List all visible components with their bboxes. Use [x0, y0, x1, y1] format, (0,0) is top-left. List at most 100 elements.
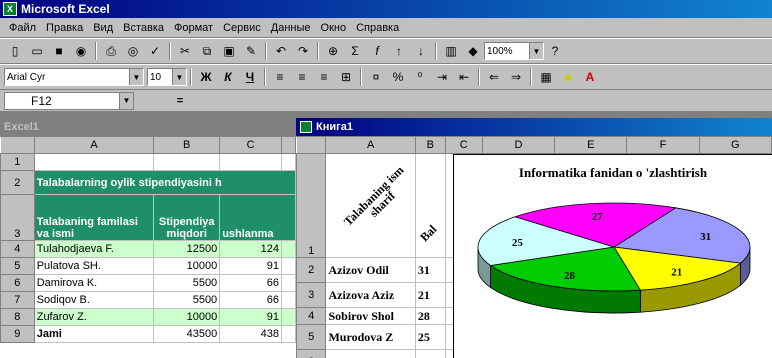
header-cell-name[interactable]: Talabaning familasi va ismi: [33, 194, 155, 241]
menu-format[interactable]: Формат: [169, 22, 218, 34]
cell[interactable]: 27: [414, 349, 446, 358]
row-header[interactable]: 6: [296, 349, 327, 358]
cell[interactable]: 21: [414, 282, 446, 308]
cell[interactable]: 10000: [153, 308, 221, 326]
header-cell-score[interactable]: Bal: [414, 153, 446, 258]
row-header[interactable]: 4: [296, 307, 327, 325]
total-deduction-cell[interactable]: 438: [219, 325, 282, 343]
col-header-b[interactable]: B: [414, 136, 446, 154]
row-header[interactable]: 9: [0, 325, 35, 343]
col-header-d[interactable]: [281, 136, 296, 154]
row-header[interactable]: 7: [0, 291, 35, 309]
cell[interactable]: 28: [414, 307, 446, 325]
cell[interactable]: Zufarov Z.: [33, 308, 155, 326]
menu-view[interactable]: Вид: [88, 22, 118, 34]
increase-decimal-icon[interactable]: ⇥: [432, 67, 452, 87]
bold-button[interactable]: Ж: [196, 67, 216, 87]
cell[interactable]: [281, 291, 296, 309]
menu-help[interactable]: Справка: [351, 22, 404, 34]
header-cell-name[interactable]: Talabaning ism sharif: [325, 153, 416, 258]
cell[interactable]: 25: [414, 324, 446, 350]
chevron-down-icon[interactable]: ▼: [129, 69, 143, 85]
cell[interactable]: Azizov Odil: [325, 257, 416, 283]
cell[interactable]: 5500: [153, 291, 221, 309]
open-icon[interactable]: ▭: [27, 41, 47, 61]
cell[interactable]: [281, 257, 296, 275]
help-icon[interactable]: ?: [545, 41, 565, 61]
cell[interactable]: [281, 274, 296, 292]
name-box[interactable]: F12 ▼: [4, 91, 134, 110]
header-cell-stipend[interactable]: Stipendiya miqdori: [153, 194, 221, 241]
font-select[interactable]: Arial Cyr ▼: [4, 68, 144, 86]
sort-desc-icon[interactable]: ↓: [411, 41, 431, 61]
copy-icon[interactable]: ⧉: [197, 41, 217, 61]
decrease-decimal-icon[interactable]: ⇤: [454, 67, 474, 87]
autosum-icon[interactable]: Σ: [345, 41, 365, 61]
cell[interactable]: [281, 240, 296, 258]
hyperlink-icon[interactable]: ⊕: [323, 41, 343, 61]
italic-button[interactable]: К: [218, 67, 238, 87]
cell[interactable]: [281, 325, 296, 343]
cell[interactable]: [281, 308, 296, 326]
cell[interactable]: Murodova Z: [325, 324, 416, 350]
total-stipend-cell[interactable]: 43500: [153, 325, 221, 343]
cut-icon[interactable]: ✂: [175, 41, 195, 61]
workbook-window-kniga1[interactable]: Книга1 A B C D E F G 1 Talabaning ism sh…: [296, 118, 772, 358]
cell[interactable]: 66: [219, 274, 282, 292]
cell[interactable]: [153, 153, 221, 171]
align-center-icon[interactable]: ≡: [292, 67, 312, 87]
col-header-c[interactable]: C: [219, 136, 282, 154]
col-header-b[interactable]: B: [153, 136, 221, 154]
cell[interactable]: [219, 153, 282, 171]
menu-tools[interactable]: Сервис: [218, 22, 266, 34]
cell[interactable]: 91: [219, 257, 282, 275]
currency-icon[interactable]: ¤: [366, 67, 386, 87]
menu-edit[interactable]: Правка: [41, 22, 88, 34]
cell[interactable]: 10000: [153, 257, 221, 275]
chevron-down-icon[interactable]: ▼: [529, 43, 543, 59]
row-header[interactable]: 2: [0, 170, 35, 195]
outdent-icon[interactable]: ⇐: [484, 67, 504, 87]
cell[interactable]: 12500: [153, 240, 221, 258]
cell[interactable]: 124: [219, 240, 282, 258]
new-icon[interactable]: ▯: [5, 41, 25, 61]
drawing-icon[interactable]: ◆: [463, 41, 483, 61]
redo-icon[interactable]: ↷: [293, 41, 313, 61]
cell[interactable]: 5500: [153, 274, 221, 292]
sheet-title-cell[interactable]: Talabalarning oylik stipendiyasini h: [33, 170, 297, 195]
format-painter-icon[interactable]: ✎: [241, 41, 261, 61]
fill-color-icon[interactable]: ◈: [558, 67, 578, 87]
comma-style-icon[interactable]: ⁰: [410, 67, 430, 87]
col-header-e[interactable]: E: [554, 136, 628, 154]
function-icon[interactable]: f: [367, 41, 387, 61]
cell[interactable]: Azizova Aziz: [325, 282, 416, 308]
cell[interactable]: Pulatova SH.: [33, 257, 155, 275]
corner-cell[interactable]: [296, 136, 327, 154]
row-header[interactable]: 3: [0, 194, 35, 241]
undo-icon[interactable]: ↶: [271, 41, 291, 61]
row-header[interactable]: 6: [0, 274, 35, 292]
menu-file[interactable]: Файл: [4, 22, 41, 34]
chevron-down-icon[interactable]: ▼: [119, 92, 133, 109]
col-header-c[interactable]: C: [444, 136, 483, 154]
underline-button[interactable]: Ч: [240, 67, 260, 87]
row-header[interactable]: 1: [0, 153, 35, 171]
cell[interactable]: 91: [219, 308, 282, 326]
corner-cell[interactable]: [0, 136, 35, 154]
row-header[interactable]: 5: [0, 257, 35, 275]
menu-window[interactable]: Окно: [316, 22, 352, 34]
cell[interactable]: 31: [414, 257, 446, 283]
cell[interactable]: Tulahodjaeva F.: [33, 240, 155, 258]
col-header-d[interactable]: D: [481, 136, 556, 154]
row-header[interactable]: 3: [296, 282, 327, 308]
zoom-select[interactable]: 100% ▼: [484, 42, 544, 60]
workbook-window-excel1[interactable]: Excel1 A B C 1 2 Talabalarning oylik sti…: [0, 118, 297, 358]
col-header-a[interactable]: A: [33, 136, 155, 154]
font-color-icon[interactable]: A: [580, 67, 600, 87]
cell[interactable]: [33, 153, 155, 171]
cell[interactable]: Damirova K.: [33, 274, 155, 292]
align-right-icon[interactable]: ≡: [314, 67, 334, 87]
cell[interactable]: [281, 153, 296, 171]
row-header[interactable]: 5: [296, 324, 327, 350]
web-icon[interactable]: ◉: [71, 41, 91, 61]
